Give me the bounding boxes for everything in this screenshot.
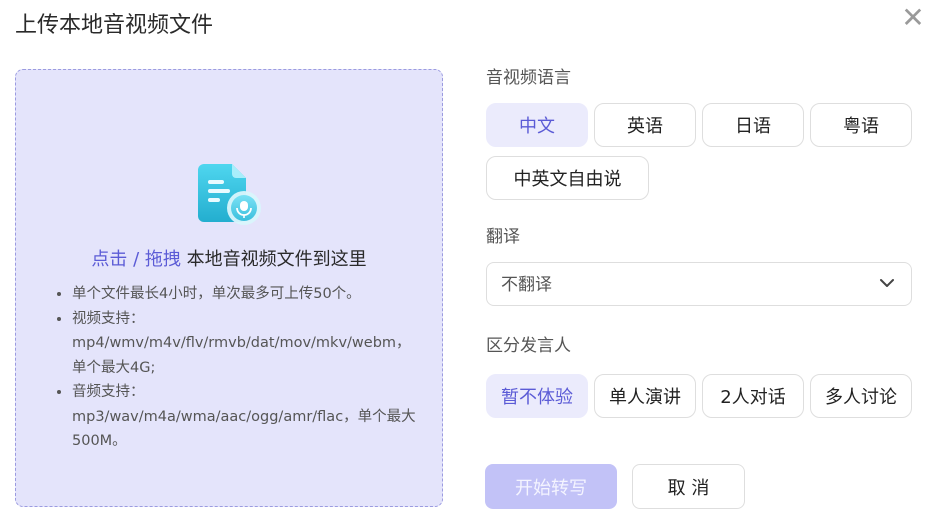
language-label: 音视频语言 [486, 68, 571, 88]
language-option-mixed[interactable]: 中英文自由说 [486, 156, 649, 200]
language-option-english[interactable]: 英语 [594, 103, 696, 147]
chevron-down-icon [880, 279, 894, 287]
rule-item: 单个文件最长4小时，单次最多可上传50个。 [72, 282, 416, 307]
start-transcribe-button[interactable]: 开始转写 [485, 464, 617, 509]
translate-value: 不翻译 [501, 275, 552, 295]
speaker-label: 区分发言人 [486, 336, 571, 356]
speaker-option-two[interactable]: 2人对话 [702, 374, 804, 418]
cancel-button[interactable]: 取 消 [632, 464, 745, 509]
language-option-cantonese[interactable]: 粤语 [810, 103, 912, 147]
rule-item: 视频支持：mp4/wmv/m4v/flv/rmvb/dat/mov/mkv/we… [72, 307, 416, 381]
audio-video-file-icon [198, 164, 261, 225]
translate-label: 翻译 [486, 227, 520, 247]
upload-prompt-text: 本地音视频文件到这里 [180, 249, 367, 270]
close-icon[interactable]: ✕ [900, 3, 926, 33]
upload-link[interactable]: 点击 / 拖拽 [91, 249, 181, 270]
rule-item: 音频支持：mp3/wav/m4a/wma/aac/ogg/amr/flac，单个… [72, 380, 416, 454]
speaker-option-multi[interactable]: 多人讨论 [810, 374, 912, 418]
language-option-chinese[interactable]: 中文 [486, 103, 588, 147]
speaker-option-single[interactable]: 单人演讲 [594, 374, 696, 418]
language-option-japanese[interactable]: 日语 [702, 103, 804, 147]
translate-select[interactable]: 不翻译 [486, 262, 912, 306]
dialog-title: 上传本地音视频文件 [15, 13, 214, 38]
speaker-option-none[interactable]: 暂不体验 [486, 374, 588, 418]
upload-rules: 单个文件最长4小时，单次最多可上传50个。 视频支持：mp4/wmv/m4v/f… [50, 282, 416, 454]
upload-dropzone[interactable]: 点击 / 拖拽 本地音视频文件到这里 单个文件最长4小时，单次最多可上传50个。… [15, 69, 443, 507]
upload-prompt: 点击 / 拖拽 本地音视频文件到这里 [16, 248, 442, 272]
